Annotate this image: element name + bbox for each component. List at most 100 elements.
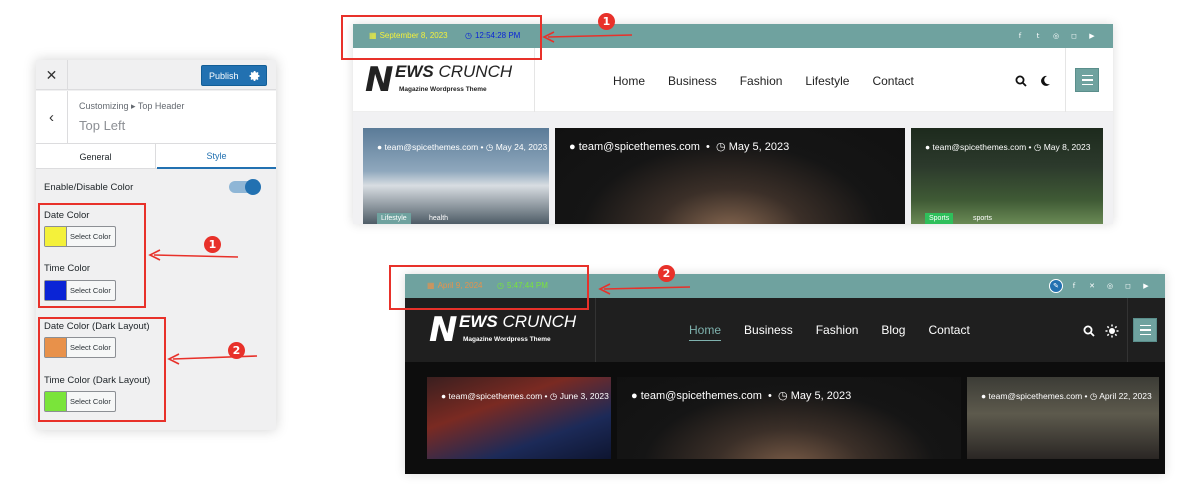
card-date: May 8, 2023 (1043, 142, 1091, 152)
hamburger-menu-icon[interactable] (1075, 68, 1099, 92)
divider (1065, 48, 1066, 112)
youtube-icon[interactable]: ▶ (1139, 279, 1153, 293)
menu-item-business[interactable]: Business (744, 323, 793, 341)
featured-card[interactable]: ● team@spicethemes.com • ◷ May 5, 2023 (555, 128, 905, 224)
logo-word-light: CRUNCH (438, 62, 513, 81)
social-icons: ✎ f ✕ ◎ ◻ ▶ (1049, 279, 1153, 293)
instagram-icon[interactable]: ◻ (1121, 279, 1135, 293)
dribbble-icon[interactable]: ◎ (1103, 279, 1117, 293)
menu-item-business[interactable]: Business (668, 74, 717, 88)
tab-style[interactable]: Style (157, 144, 276, 169)
chevron-left-icon[interactable]: ‹ (36, 91, 68, 144)
instagram-icon[interactable]: ◻ (1067, 29, 1081, 43)
card-author: team@spicethemes.com (640, 390, 762, 402)
search-icon[interactable] (1083, 325, 1095, 337)
publish-label: Publish (209, 70, 239, 81)
section-header: ‹ Customizing ▸ Top Header Top Left (36, 91, 276, 144)
facebook-icon[interactable]: f (1067, 279, 1081, 293)
card-meta: ● team@spicethemes.com • ◷ May 24, 2023 (377, 142, 548, 152)
x-icon[interactable]: ✕ (1085, 279, 1099, 293)
logo-tagline: Magazine Wordpress Theme (463, 336, 551, 343)
logo-wordmark: EWS CRUNCH (459, 312, 576, 332)
featured-card[interactable]: ● team@spicethemes.com • ◷ June 3, 2023 (427, 377, 611, 459)
card-date: May 24, 2023 (495, 142, 548, 152)
highlight-box-dark-datetime (389, 265, 589, 310)
user-icon: ● (377, 142, 383, 152)
card-date: June 3, 2023 (559, 391, 609, 401)
enable-color-toggle[interactable] (229, 179, 261, 195)
customizer-topbar: ✕ Publish (36, 60, 276, 90)
callout-badge-two: 2 (658, 265, 675, 282)
moon-icon[interactable] (1039, 75, 1051, 87)
user-icon: ● (569, 141, 576, 153)
user-icon: ● (441, 391, 447, 401)
card-category[interactable]: Lifestyle (377, 213, 411, 224)
card-meta: ● team@spicethemes.com • ◷ June 3, 2023 (441, 391, 609, 401)
twitter-icon[interactable]: t (1031, 29, 1045, 43)
featured-card[interactable]: ● team@spicethemes.com • ◷ May 8, 2023 S… (911, 128, 1103, 224)
menu-item-home[interactable]: Home (689, 323, 722, 341)
card-author: team@spicethemes.com (932, 142, 1027, 152)
featured-card[interactable]: ● team@spicethemes.com • ◷ May 5, 2023 (617, 377, 961, 459)
highlight-box-dark-colors (38, 317, 166, 422)
dribbble-icon[interactable]: ◎ (1049, 29, 1063, 43)
menu-item-fashion[interactable]: Fashion (816, 323, 859, 341)
sun-icon[interactable] (1105, 324, 1119, 338)
menu-item-contact[interactable]: Contact (928, 323, 969, 341)
main-menu: Home Business Fashion Blog Contact (689, 323, 993, 341)
user-icon: ● (925, 142, 931, 152)
clock-icon: ◷ (1033, 142, 1042, 152)
card-meta: ● team@spicethemes.com • ◷ May 5, 2023 (631, 390, 852, 402)
user-icon: ● (981, 391, 987, 401)
logo-word-bold: EWS (395, 62, 434, 81)
edit-icon[interactable]: ✎ (1049, 279, 1063, 293)
featured-card[interactable]: ● team@spicethemes.com • ◷ April 22, 202… (967, 377, 1159, 459)
social-icons: f t ◎ ◻ ▶ (1013, 29, 1099, 43)
tab-general[interactable]: General (36, 144, 156, 169)
card-author: team@spicethemes.com (988, 391, 1083, 401)
logo-tagline: Magazine Wordpress Theme (399, 86, 487, 93)
logo-wordmark: EWS CRUNCH (395, 62, 512, 82)
menu-item-blog[interactable]: Blog (881, 323, 905, 341)
divider (595, 298, 596, 362)
menu-item-fashion[interactable]: Fashion (740, 74, 783, 88)
clock-icon: ◷ (549, 391, 558, 401)
gear-icon[interactable] (249, 70, 261, 82)
highlight-box-light-colors (38, 203, 146, 308)
card-tag[interactable]: sports (969, 213, 996, 224)
youtube-icon[interactable]: ▶ (1085, 29, 1099, 43)
close-icon[interactable]: ✕ (36, 60, 68, 90)
highlight-box-light-datetime (341, 15, 542, 60)
breadcrumb: Customizing ▸ Top Header (79, 101, 185, 111)
card-author: team@spicethemes.com (448, 391, 543, 401)
logo-letter: N (365, 60, 394, 100)
hamburger-menu-icon[interactable] (1133, 318, 1157, 342)
user-icon: ● (631, 390, 638, 402)
facebook-icon[interactable]: f (1013, 29, 1027, 43)
arrow-icon (148, 249, 239, 261)
section-title: Top Left (79, 118, 126, 133)
arrow-icon (167, 353, 258, 365)
card-meta: ● team@spicethemes.com • ◷ May 8, 2023 (925, 142, 1091, 152)
card-date: May 5, 2023 (728, 141, 790, 153)
menu-item-lifestyle[interactable]: Lifestyle (805, 74, 849, 88)
callout-badge-one: 1 (598, 13, 615, 30)
publish-button[interactable]: Publish (201, 65, 267, 86)
site-logo[interactable]: N EWS CRUNCH Magazine Wordpress Theme (429, 310, 599, 354)
main-menu: Home Business Fashion Lifestyle Contact (613, 74, 937, 88)
tab-bar: General Style (36, 144, 276, 169)
clock-icon: ◷ (716, 141, 726, 153)
arrow-icon (598, 283, 691, 295)
featured-card[interactable]: ● team@spicethemes.com • ◷ May 24, 2023 … (363, 128, 549, 224)
site-logo[interactable]: N EWS CRUNCH Magazine Wordpress Theme (365, 60, 535, 104)
card-category[interactable]: Sports (925, 213, 954, 224)
toggle-knob (245, 179, 261, 195)
logo-word-bold: EWS (459, 312, 498, 331)
menu-item-contact[interactable]: Contact (872, 74, 913, 88)
menu-item-home[interactable]: Home (613, 74, 645, 88)
card-meta: ● team@spicethemes.com • ◷ May 5, 2023 (569, 141, 790, 153)
card-meta: ● team@spicethemes.com • ◷ April 22, 202… (981, 391, 1152, 401)
card-date: April 22, 2023 (1099, 391, 1152, 401)
card-tag[interactable]: health (425, 213, 452, 224)
search-icon[interactable] (1015, 75, 1027, 87)
